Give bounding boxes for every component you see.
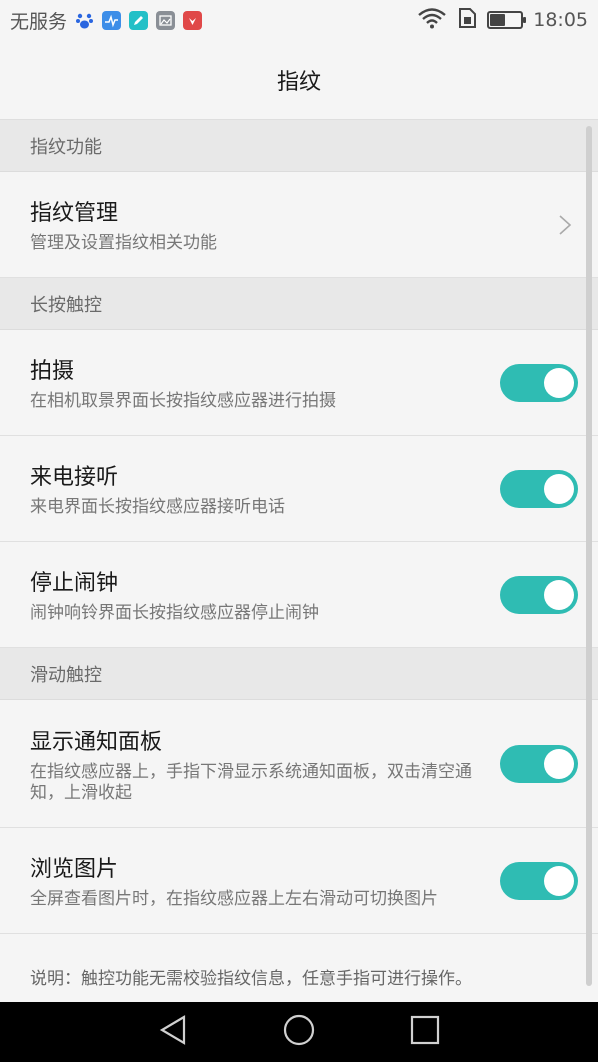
battery-icon bbox=[487, 11, 527, 29]
row-title: 指纹管理 bbox=[30, 201, 119, 226]
monitor-icon bbox=[102, 10, 122, 30]
battery-level bbox=[490, 14, 505, 26]
section-header-swipe: 滑动触控 bbox=[0, 648, 598, 700]
carrier-text: 无服务 bbox=[10, 10, 68, 33]
row-title: 显示通知面板 bbox=[30, 729, 163, 755]
row-text: 来电接听 来电界面长按指纹感应器接听电话 bbox=[30, 459, 480, 518]
status-bar: 无服务 18:05 bbox=[0, 0, 598, 40]
row-title: 来电接听 bbox=[30, 465, 119, 490]
row-browse-pictures[interactable]: 浏览图片 全屏查看图片时，在指纹感应器上左右滑动可切换图片 bbox=[0, 828, 598, 934]
wifi-icon bbox=[417, 7, 447, 34]
row-fingerprint-management[interactable]: 指纹管理 管理及设置指纹相关功能 bbox=[0, 172, 598, 278]
row-text: 指纹管理 管理及设置指纹相关功能 bbox=[30, 195, 558, 254]
section-header-fingerprint: 指纹功能 bbox=[0, 120, 598, 172]
page-title: 指纹 bbox=[276, 69, 321, 95]
recents-icon[interactable] bbox=[410, 1015, 440, 1049]
browse-pictures-toggle[interactable] bbox=[500, 861, 578, 900]
row-title: 拍摄 bbox=[30, 359, 75, 384]
baidu-icon bbox=[75, 11, 94, 30]
row-subtitle: 来电界面长按指纹感应器接听电话 bbox=[30, 497, 285, 517]
row-capture[interactable]: 拍摄 在相机取景界面长按指纹感应器进行拍摄 bbox=[0, 330, 598, 436]
sim-icon bbox=[457, 7, 477, 34]
row-text: 显示通知面板 在指纹感应器上，手指下滑显示系统通知面板，双击清空通知，上滑收起 bbox=[30, 724, 480, 804]
capture-toggle[interactable] bbox=[500, 363, 578, 402]
toggle-knob bbox=[544, 367, 574, 398]
home-icon[interactable] bbox=[283, 1014, 315, 1050]
answer-call-toggle[interactable] bbox=[500, 469, 578, 508]
chevron-right-icon bbox=[559, 214, 572, 235]
footer-note: 说明：触控功能无需校验指纹信息，任意手指可进行操作。 bbox=[30, 969, 472, 989]
scrollbar[interactable] bbox=[586, 126, 592, 986]
row-text: 停止闹钟 闹钟响铃界面长按指纹感应器停止闹钟 bbox=[30, 565, 480, 624]
toggle-knob bbox=[544, 473, 574, 504]
row-subtitle: 在指纹感应器上，手指下滑显示系统通知面板，双击清空通知，上滑收起 bbox=[30, 761, 472, 803]
row-subtitle: 闹钟响铃界面长按指纹感应器停止闹钟 bbox=[30, 603, 319, 623]
huawei-icon bbox=[183, 10, 203, 30]
row-subtitle: 在相机取景界面长按指纹感应器进行拍摄 bbox=[30, 391, 336, 411]
row-subtitle: 全屏查看图片时，在指纹感应器上左右滑动可切换图片 bbox=[30, 889, 438, 909]
section-header-long-press: 长按触控 bbox=[0, 278, 598, 330]
row-text: 浏览图片 全屏查看图片时，在指纹感应器上左右滑动可切换图片 bbox=[30, 851, 480, 910]
row-subtitle: 管理及设置指纹相关功能 bbox=[30, 233, 217, 253]
back-icon[interactable] bbox=[158, 1014, 188, 1050]
notification-panel-toggle[interactable] bbox=[500, 744, 578, 783]
status-right: 18:05 bbox=[417, 7, 588, 34]
row-text: 拍摄 在相机取景界面长按指纹感应器进行拍摄 bbox=[30, 353, 480, 412]
row-title: 停止闹钟 bbox=[30, 571, 119, 596]
note-icon bbox=[129, 10, 149, 30]
toggle-knob bbox=[544, 865, 574, 896]
row-stop-alarm[interactable]: 停止闹钟 闹钟响铃界面长按指纹感应器停止闹钟 bbox=[0, 542, 598, 648]
row-title: 浏览图片 bbox=[30, 857, 119, 882]
navigation-bar bbox=[0, 1002, 598, 1062]
stop-alarm-toggle[interactable] bbox=[500, 575, 578, 614]
toggle-knob bbox=[544, 579, 574, 610]
gallery-icon bbox=[156, 10, 176, 30]
status-left: 无服务 bbox=[10, 7, 203, 34]
settings-list[interactable]: 指纹功能 指纹管理 管理及设置指纹相关功能 长按触控 拍摄 在相机取景界面长按指… bbox=[0, 120, 598, 1002]
toggle-knob bbox=[544, 748, 574, 779]
title-bar: 指纹 bbox=[0, 40, 598, 120]
row-answer-call[interactable]: 来电接听 来电界面长按指纹感应器接听电话 bbox=[0, 436, 598, 542]
row-notification-panel[interactable]: 显示通知面板 在指纹感应器上，手指下滑显示系统通知面板，双击清空通知，上滑收起 bbox=[0, 700, 598, 828]
clock-text: 18:05 bbox=[533, 9, 588, 31]
